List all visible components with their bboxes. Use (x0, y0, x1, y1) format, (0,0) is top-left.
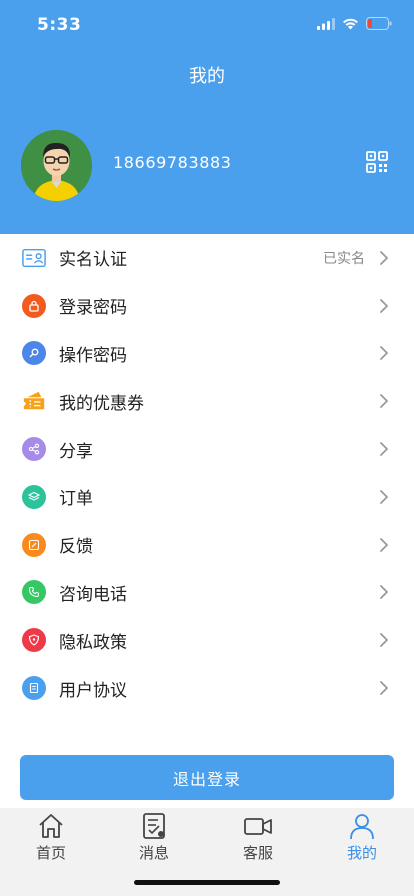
phone-icon (22, 580, 46, 605)
edit-icon (22, 532, 46, 557)
share-icon (22, 437, 46, 462)
tab-profile[interactable]: 我的 (332, 812, 392, 863)
menu-item-label: 反馈 (59, 537, 93, 558)
tab-messages[interactable]: 消息 (124, 812, 184, 863)
menu-item-real-name[interactable]: 实名认证 已实名 (0, 234, 414, 282)
home-icon (39, 814, 63, 838)
battery-icon (366, 17, 392, 30)
lock-icon (22, 293, 46, 318)
coupon-icon (22, 389, 46, 413)
avatar-illustration (21, 130, 92, 201)
tab-customer-service[interactable]: 客服 (228, 812, 288, 863)
cellular-signal-icon (317, 17, 335, 30)
chevron-right-icon (380, 250, 388, 265)
chevron-right-icon (380, 681, 388, 695)
menu-item-operation-password[interactable]: 操作密码 (0, 330, 414, 378)
chevron-right-icon (380, 537, 388, 552)
chevron-right-icon (380, 346, 388, 361)
video-camera-icon (244, 818, 272, 835)
chevron-right-icon (380, 585, 388, 600)
tab-label: 消息 (138, 844, 169, 862)
message-icon (143, 813, 165, 839)
status-icons (317, 17, 392, 30)
tab-label: 首页 (35, 844, 66, 862)
chevron-right-icon (380, 633, 388, 648)
status-time: 5:33 (37, 15, 82, 35)
chevron-right-icon (380, 298, 388, 313)
settings-menu: 实名认证 已实名 登录密码 操作密码 我的优惠券 分享 订单 反馈 咨询电话 隐… (0, 234, 414, 712)
logout-button[interactable]: 退出登录 (20, 755, 394, 800)
wifi-icon (343, 18, 358, 29)
menu-item-user-agreement[interactable]: 用户协议 (0, 664, 414, 712)
avatar[interactable] (21, 130, 92, 201)
menu-item-feedback[interactable]: 反馈 (0, 521, 414, 569)
qr-code-icon[interactable] (366, 151, 388, 173)
user-icon (350, 814, 374, 840)
key-icon (22, 341, 46, 366)
menu-item-share[interactable]: 分享 (0, 425, 414, 473)
menu-item-privacy-policy[interactable]: 隐私政策 (0, 616, 414, 664)
profile-header: 5:33 我的 18669783883 (0, 0, 414, 234)
menu-item-orders[interactable]: 订单 (0, 473, 414, 521)
menu-item-label: 实名认证 (59, 250, 127, 271)
menu-item-coupons[interactable]: 我的优惠券 (0, 377, 414, 425)
menu-item-label: 分享 (59, 441, 93, 462)
status-bar: 5:33 (0, 0, 414, 50)
menu-item-label: 登录密码 (59, 298, 127, 319)
document-icon (22, 676, 46, 701)
menu-item-label: 订单 (59, 489, 93, 510)
chevron-right-icon (380, 442, 388, 456)
chevron-right-icon (380, 489, 388, 504)
chevron-right-icon (380, 394, 388, 409)
menu-item-label: 隐私政策 (59, 632, 127, 653)
layers-icon (22, 484, 46, 509)
page-title: 我的 (189, 66, 225, 87)
shield-icon (22, 628, 46, 653)
menu-item-hotline[interactable]: 咨询电话 (0, 569, 414, 617)
menu-item-label: 用户协议 (59, 680, 127, 701)
menu-item-label: 我的优惠券 (59, 393, 144, 414)
tab-label: 我的 (346, 844, 377, 862)
menu-item-login-password[interactable]: 登录密码 (0, 282, 414, 330)
tab-label: 客服 (242, 844, 273, 862)
id-card-icon (22, 246, 46, 270)
tab-home[interactable]: 首页 (21, 812, 81, 863)
home-indicator (134, 880, 280, 885)
menu-item-label: 咨询电话 (59, 584, 127, 605)
verification-status: 已实名 (323, 250, 365, 267)
phone-number: 18669783883 (113, 153, 232, 172)
menu-item-label: 操作密码 (59, 345, 127, 366)
